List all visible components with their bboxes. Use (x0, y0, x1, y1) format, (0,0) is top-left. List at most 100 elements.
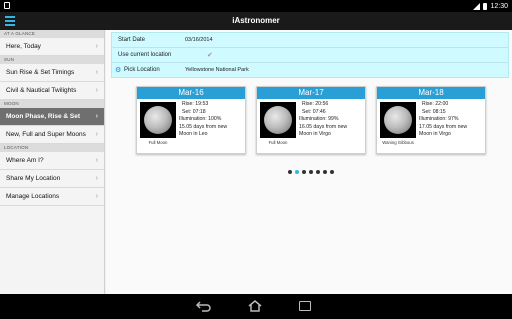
use-location-label: Use current location (118, 52, 172, 58)
start-date-row[interactable]: Start Date 03/16/2014 (112, 33, 508, 48)
section-header-at-a-glance: AT A GLANCE (0, 30, 104, 38)
sidebar-item-share-location[interactable]: Share My Location › (0, 170, 104, 188)
chevron-right-icon: › (95, 157, 98, 164)
sidebar-item-here-today[interactable]: Here, Today › (0, 38, 104, 56)
set-label: Set: (422, 108, 432, 115)
status-indicators: 12:30 (473, 1, 508, 11)
checkmark-icon[interactable]: ✔ (207, 48, 213, 63)
moon-phase-label: Waning Gibbous (382, 140, 414, 145)
app-title: iAstronomer (232, 16, 280, 25)
sidebar-item-label: Moon Phase, Rise & Set (6, 113, 81, 120)
constellation: Moon in Virgo (419, 131, 451, 137)
page-dot[interactable] (309, 170, 313, 174)
card-info: Rise: 20:56 Set: 07:46 Illumination: 99%… (299, 101, 367, 139)
chevron-right-icon: › (95, 69, 98, 76)
section-header-moon: MOON (0, 100, 104, 108)
days-from-new: 15.05 days from new (179, 123, 228, 130)
sidebar-item-moons[interactable]: New, Full and Super Moons › (0, 126, 104, 144)
card-date: Mar-16 (137, 87, 245, 99)
use-location-row[interactable]: Use current location ✔ (112, 48, 508, 63)
moon-image (380, 102, 416, 138)
chevron-right-icon: › (95, 87, 98, 94)
home-icon[interactable] (248, 300, 262, 312)
set-label: Set: (302, 108, 312, 115)
page-dot[interactable] (295, 170, 299, 174)
start-date-label: Start Date (118, 37, 146, 43)
moon-phase-label: Full Moon (148, 140, 168, 145)
rise-time: 19:53 (195, 101, 209, 107)
chevron-right-icon: › (95, 175, 98, 182)
moon-card[interactable]: Mar-17 Full Moon Rise: 20:56 Set: 07:46 … (256, 86, 366, 154)
signal-icon (473, 2, 481, 10)
section-header-sun: SUN (0, 56, 104, 64)
rise-time: 20:56 (315, 101, 329, 107)
moon-phase-label: Full Moon (268, 140, 288, 145)
moon-icon (144, 106, 172, 134)
page-indicator[interactable] (288, 170, 334, 174)
sidebar-item-label: Here, Today (6, 43, 41, 50)
set-time: 07:46 (312, 108, 326, 115)
status-bar: 12:30 (0, 0, 512, 12)
moon-icon (264, 106, 292, 134)
constellation: Moon in Leo (179, 131, 208, 137)
chevron-right-icon: › (95, 131, 98, 138)
gear-icon: ⚙ (115, 67, 122, 74)
moon-card[interactable]: Mar-18 Waning Gibbous Rise: 22:00 Set: 0… (376, 86, 486, 154)
moon-card[interactable]: Mar-16 Full Moon Rise: 19:53 Set: 07:18 … (136, 86, 246, 154)
moon-image (260, 102, 296, 138)
days-from-new: 16.05 days from new (299, 123, 348, 130)
start-date-value[interactable]: 03/16/2014 (185, 33, 213, 48)
rise-label: Rise: (182, 101, 194, 107)
rise-label: Rise: (302, 101, 314, 107)
rise-label: Rise: (422, 101, 434, 107)
illumination: Illumination: 100% (179, 116, 222, 122)
pick-location-label: Pick Location (124, 67, 160, 73)
battery-icon (483, 2, 488, 10)
query-form: Start Date 03/16/2014 Use current locati… (111, 32, 509, 78)
back-icon[interactable] (196, 300, 212, 312)
card-date: Mar-17 (257, 87, 365, 99)
status-time: 12:30 (490, 2, 508, 10)
page-dot[interactable] (316, 170, 320, 174)
card-info: Rise: 19:53 Set: 07:18 Illumination: 100… (179, 101, 247, 139)
page-dot[interactable] (288, 170, 292, 174)
notification-icon (4, 2, 10, 9)
chevron-right-icon: › (95, 43, 98, 50)
sidebar-item-label: Manage Locations (6, 193, 60, 200)
recent-apps-icon[interactable] (299, 301, 311, 311)
system-nav-bar (0, 294, 512, 319)
sidebar-item-label: New, Full and Super Moons (6, 131, 86, 138)
set-time: 07:18 (192, 108, 206, 115)
pick-location-value[interactable]: Yellowstone National Park (185, 63, 249, 78)
sidebar-item-label: Civil & Nautical Twilights (6, 87, 77, 94)
navigation-drawer: AT A GLANCE Here, Today › SUN Sun Rise &… (0, 30, 105, 294)
chevron-right-icon: › (95, 193, 98, 200)
sidebar-item-label: Share My Location (6, 175, 61, 182)
page-dot[interactable] (330, 170, 334, 174)
sidebar-item-sun-rise-set[interactable]: Sun Rise & Set Timings › (0, 64, 104, 82)
constellation: Moon in Virgo (299, 131, 331, 137)
rise-time: 22:00 (435, 101, 449, 107)
sidebar-item-where-am-i[interactable]: Where Am I? › (0, 152, 104, 170)
sidebar-item-label: Where Am I? (6, 157, 44, 164)
card-date: Mar-18 (377, 87, 485, 99)
sidebar-item-manage-locations[interactable]: Manage Locations › (0, 188, 104, 206)
moon-icon (384, 106, 412, 134)
set-label: Set: (182, 108, 192, 115)
pick-location-row[interactable]: ⚙ Pick Location Yellowstone National Par… (112, 63, 508, 78)
days-from-new: 17.05 days from new (419, 123, 468, 130)
page-dot[interactable] (302, 170, 306, 174)
sidebar-item-label: Sun Rise & Set Timings (6, 69, 75, 76)
moon-image (140, 102, 176, 138)
section-header-location: LOCATION (0, 144, 104, 152)
set-time: 08:15 (432, 108, 446, 115)
card-info: Rise: 22:00 Set: 08:15 Illumination: 97%… (419, 101, 487, 139)
chevron-right-icon: › (95, 113, 98, 120)
sidebar-item-moon-phase[interactable]: Moon Phase, Rise & Set › (0, 108, 104, 126)
main-content: Start Date 03/16/2014 Use current locati… (106, 30, 512, 294)
page-dot[interactable] (323, 170, 327, 174)
sidebar-item-twilights[interactable]: Civil & Nautical Twilights › (0, 82, 104, 100)
illumination: Illumination: 99% (299, 116, 339, 122)
illumination: Illumination: 97% (419, 116, 459, 122)
action-bar: iAstronomer (0, 12, 512, 30)
